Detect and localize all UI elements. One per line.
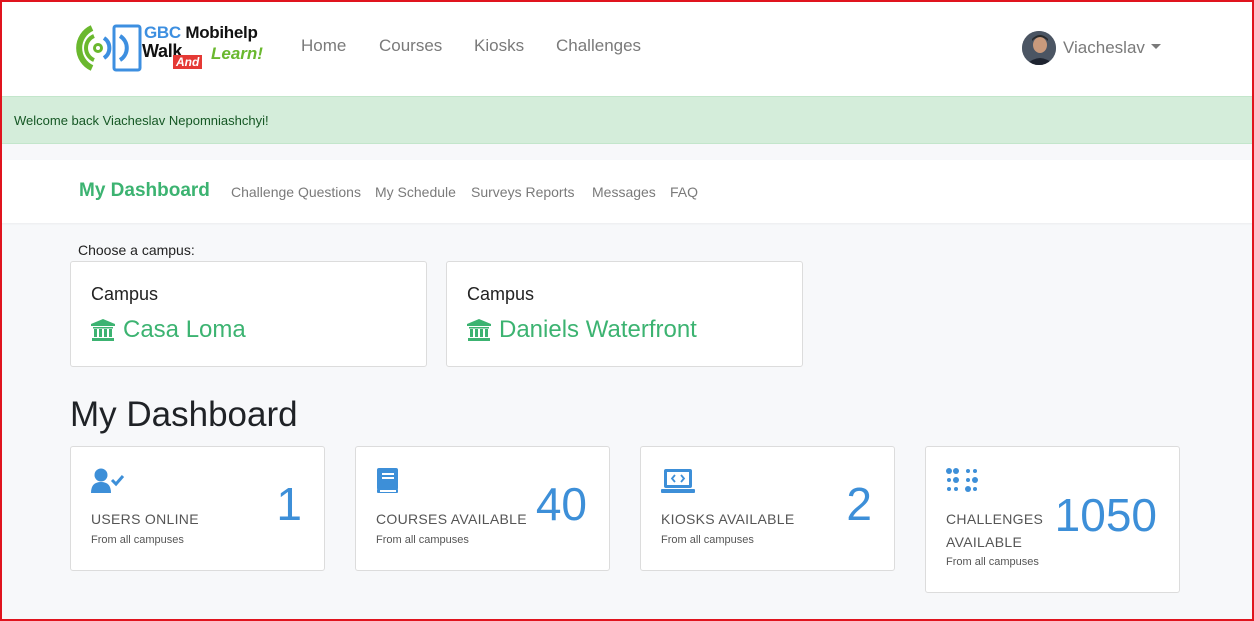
laptop-code-icon	[661, 469, 695, 493]
campus-card-title: Campus	[467, 284, 535, 304]
campus-link-daniels-waterfront[interactable]: Daniels Waterfront	[467, 316, 697, 344]
stat-value: 2	[846, 478, 872, 530]
campus-card-daniels-waterfront[interactable]: Campus Daniels Waterfront	[446, 261, 803, 367]
stat-card-courses-available: COURSES AVAILABLE From all campuses 40	[355, 446, 610, 571]
nav-home[interactable]: Home	[301, 36, 346, 56]
subnav-my-schedule[interactable]: My Schedule	[375, 184, 456, 200]
brand-logo[interactable]: GBC Mobihelp Walk And Learn!	[70, 22, 270, 72]
signal-logo-icon	[76, 24, 142, 72]
top-navbar: GBC Mobihelp Walk And Learn! Home Course…	[0, 0, 1254, 96]
campus-name: Daniels Waterfront	[499, 316, 697, 343]
welcome-alert: Welcome back Viacheslav Nepomniashchyi!	[0, 96, 1254, 144]
subnav-surveys-reports[interactable]: Surveys Reports	[471, 184, 574, 200]
book-icon	[377, 468, 398, 493]
brand-line1: GBC Mobihelp	[144, 23, 258, 42]
stat-card-challenges-available: CHALLENGES AVAILABLE From all campuses 1…	[925, 446, 1180, 593]
stat-value: 1	[276, 478, 302, 530]
subnav-faq[interactable]: FAQ	[670, 184, 698, 200]
user-photo-icon	[1022, 31, 1056, 65]
stat-card-kiosks-available: KIOSKS AVAILABLE From all campuses 2	[640, 446, 895, 571]
stat-card-users-online: USERS ONLINE From all campuses 1	[70, 446, 325, 571]
stat-sub: From all campuses	[946, 556, 1039, 568]
braille-icon	[946, 468, 978, 492]
caret-down-icon	[1150, 43, 1161, 49]
dashboard-subnav: My Dashboard Challenge Questions My Sche…	[0, 160, 1254, 223]
stat-sub: From all campuses	[661, 534, 754, 546]
choose-campus-label: Choose a campus:	[78, 242, 195, 258]
campus-name: Casa Loma	[123, 316, 246, 343]
subnav-my-dashboard[interactable]: My Dashboard	[79, 180, 210, 202]
campus-card-casa-loma[interactable]: Campus Casa Loma	[70, 261, 427, 367]
nav-challenges[interactable]: Challenges	[556, 36, 641, 56]
welcome-message: Welcome back Viacheslav Nepomniashchyi!	[14, 113, 269, 128]
user-check-icon	[91, 468, 125, 493]
subnav-messages[interactable]: Messages	[592, 184, 656, 200]
campus-link-casa-loma[interactable]: Casa Loma	[91, 316, 246, 344]
stat-label-line2: AVAILABLE	[946, 534, 1023, 550]
brand-learn: Learn!	[211, 44, 263, 63]
stat-value: 1050	[1054, 489, 1157, 541]
institution-icon	[467, 319, 491, 341]
stat-label: CHALLENGES AVAILABLE	[946, 508, 1043, 554]
brand-and: And	[173, 55, 203, 69]
institution-icon	[91, 319, 115, 341]
subnav-challenge-questions[interactable]: Challenge Questions	[231, 184, 361, 200]
stat-sub: From all campuses	[91, 534, 184, 546]
nav-kiosks[interactable]: Kiosks	[474, 36, 524, 56]
stat-label-line1: CHALLENGES	[946, 511, 1044, 527]
stat-label: USERS ONLINE	[91, 511, 199, 527]
campus-card-title: Campus	[91, 284, 159, 304]
user-menu[interactable]: Viacheslav	[1022, 31, 1161, 65]
page-title: My Dashboard	[70, 395, 298, 434]
stat-label: COURSES AVAILABLE	[376, 511, 527, 527]
stat-value: 40	[535, 478, 587, 530]
avatar	[1022, 31, 1056, 65]
stat-label: KIOSKS AVAILABLE	[661, 511, 795, 527]
user-name: Viacheslav	[1063, 38, 1145, 57]
stat-sub: From all campuses	[376, 534, 469, 546]
nav-courses[interactable]: Courses	[379, 36, 442, 56]
